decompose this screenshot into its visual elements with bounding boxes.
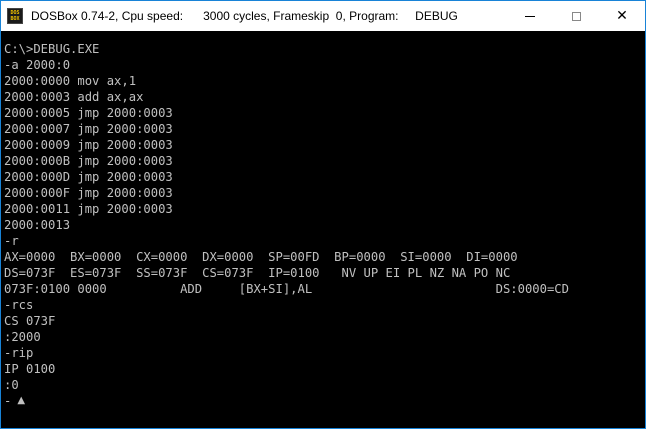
maximize-icon: [571, 11, 581, 21]
console-area[interactable]: C:\>DEBUG.EXE -a 2000:0 2000:0000 mov ax…: [1, 31, 641, 428]
console-line: 2000:0009 jmp 2000:0003: [4, 138, 173, 152]
console-line: :2000: [4, 330, 41, 344]
prompt-symbol: -: [4, 394, 12, 408]
console-line: -rcs: [4, 298, 34, 312]
console-line: 2000:0000 mov ax,1: [4, 74, 137, 88]
dosbox-app-icon[interactable]: DOS BOX: [7, 8, 23, 24]
console-line: CS 073F: [4, 314, 56, 328]
console-line: 2000:0013: [4, 218, 71, 232]
title-bar[interactable]: DOS BOX DOSBox 0.74-2, Cpu speed: 3000 c…: [1, 1, 645, 31]
console-line: :0: [4, 378, 19, 392]
minimize-icon: [525, 15, 535, 17]
console-line: 2000:000B jmp 2000:0003: [4, 154, 173, 168]
console-line: -r: [4, 234, 19, 248]
close-icon: ✕: [616, 8, 628, 24]
console-line: 2000:0003 add ax,ax: [4, 90, 144, 104]
console-line: 2000:0011 jmp 2000:0003: [4, 202, 173, 216]
console-line: 2000:0007 jmp 2000:0003: [4, 122, 173, 136]
minimize-button[interactable]: [507, 1, 553, 31]
dosbox-window: DOS BOX DOSBox 0.74-2, Cpu speed: 3000 c…: [0, 0, 646, 429]
console-line: IP 0100: [4, 362, 56, 376]
cursor-icon: ▲: [17, 395, 26, 406]
close-button[interactable]: ✕: [599, 1, 645, 31]
console-line: 2000:0005 jmp 2000:0003: [4, 106, 173, 120]
console-line: -rip: [4, 346, 34, 360]
console-line: 2000:000D jmp 2000:0003: [4, 170, 173, 184]
console-line: -a 2000:0: [4, 58, 71, 72]
console-line: AX=0000 BX=0000 CX=0000 DX=0000 SP=00FD …: [4, 250, 518, 264]
maximize-button[interactable]: [553, 1, 599, 31]
console-line: 2000:000F jmp 2000:0003: [4, 186, 173, 200]
console-line: DS=073F ES=073F SS=073F CS=073F IP=0100 …: [4, 266, 511, 280]
command-prompt[interactable]: - ▲: [4, 393, 641, 409]
console-line: 073F:0100 0000 ADD [BX+SI],AL DS:0000=CD: [4, 282, 569, 296]
app-icon-label-bottom: BOX: [10, 16, 20, 22]
console-line: C:\>DEBUG.EXE: [4, 42, 100, 56]
window-title: DOSBox 0.74-2, Cpu speed: 3000 cycles, F…: [31, 9, 458, 23]
